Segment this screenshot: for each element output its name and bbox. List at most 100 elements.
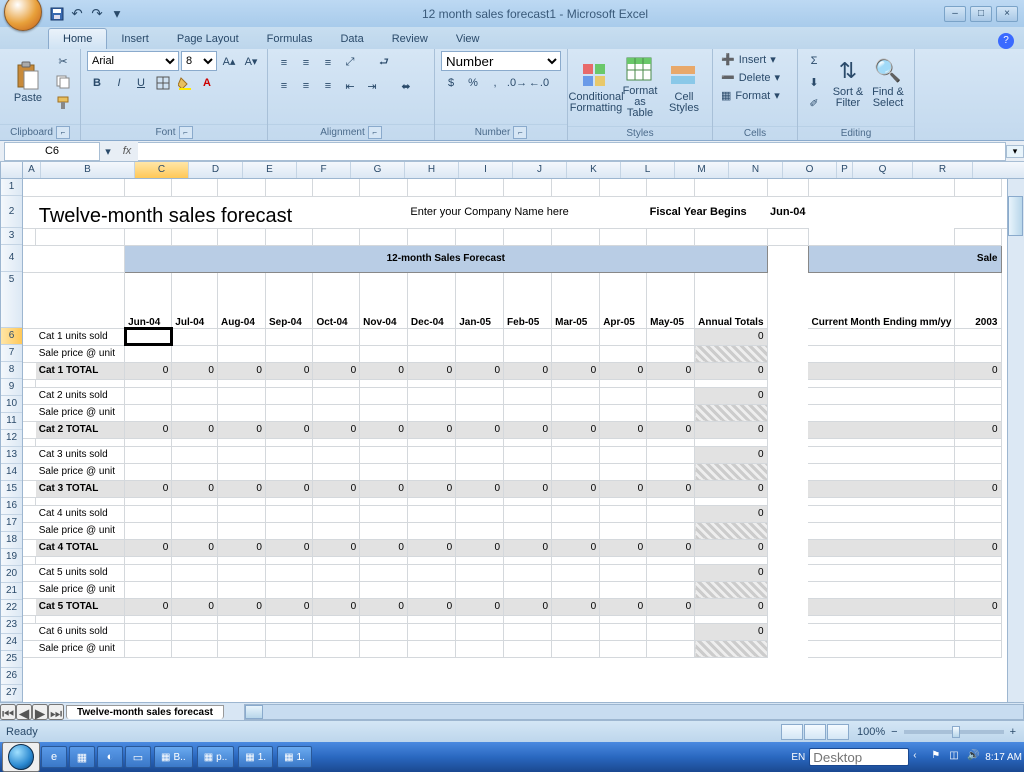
help-icon[interactable]: ? — [998, 33, 1014, 49]
currency-icon[interactable]: $ — [441, 73, 461, 93]
orientation-icon[interactable]: ⤢ — [340, 53, 360, 73]
paste-button[interactable]: Paste — [6, 51, 50, 113]
qat-dropdown-icon[interactable]: ▾ — [108, 5, 126, 23]
font-name-combo[interactable]: Arial — [87, 51, 179, 71]
increase-indent-icon[interactable]: ⇥ — [362, 76, 382, 96]
tray-chevron-icon[interactable]: ‹ — [913, 750, 927, 764]
page-layout-view-icon[interactable] — [804, 724, 826, 740]
col-header-L[interactable]: L — [621, 162, 675, 178]
format-cells-button[interactable]: ▦Format ▾ — [719, 87, 791, 104]
media-icon[interactable]: ◐ — [97, 746, 123, 768]
borders-icon[interactable] — [153, 73, 173, 93]
italic-button[interactable]: I — [109, 73, 129, 93]
page-break-view-icon[interactable] — [827, 724, 849, 740]
alignment-launcher[interactable]: ⌐ — [368, 126, 382, 139]
merge-center-icon[interactable]: ⬌ — [384, 78, 428, 95]
hscroll-thumb[interactable] — [245, 705, 263, 719]
row-header-6[interactable]: 6 — [1, 328, 22, 345]
col-header-D[interactable]: D — [189, 162, 243, 178]
clear-icon[interactable]: ✐ — [804, 93, 824, 113]
col-header-Q[interactable]: Q — [853, 162, 913, 178]
grow-font-icon[interactable]: A▴ — [219, 51, 239, 71]
name-box[interactable] — [4, 142, 100, 161]
align-center-icon[interactable]: ≡ — [296, 76, 316, 96]
cells-area[interactable]: Twelve-month sales forecastEnter your Co… — [23, 179, 1007, 702]
taskbar-task-2[interactable]: ▦1. — [238, 746, 273, 768]
row-header-9[interactable]: 9 — [1, 379, 22, 396]
align-top-icon[interactable]: ≡ — [274, 53, 294, 73]
shrink-font-icon[interactable]: A▾ — [241, 51, 261, 71]
maximize-button[interactable]: □ — [970, 6, 992, 22]
scroll-thumb[interactable] — [1008, 196, 1023, 236]
conditional-formatting-button[interactable]: Conditional Formatting — [574, 51, 618, 122]
horizontal-scrollbar[interactable] — [244, 704, 1024, 720]
row-header-1[interactable]: 1 — [1, 179, 22, 196]
desktop-search[interactable] — [809, 748, 909, 766]
ie-icon[interactable]: e — [41, 746, 67, 768]
first-sheet-icon[interactable]: ⏮ — [0, 704, 16, 720]
tray-network-icon[interactable]: ◫ — [949, 750, 963, 764]
align-middle-icon[interactable]: ≡ — [296, 53, 316, 73]
col-header-P[interactable]: P — [837, 162, 853, 178]
col-header-G[interactable]: G — [351, 162, 405, 178]
col-header-B[interactable]: B — [41, 162, 135, 178]
col-header-C[interactable]: C — [135, 162, 189, 178]
delete-cells-button[interactable]: ➖Delete ▾ — [719, 69, 791, 86]
select-all-corner[interactable] — [1, 162, 23, 178]
prev-sheet-icon[interactable]: ◀ — [16, 704, 32, 720]
row-header-11[interactable]: 11 — [1, 413, 22, 430]
bold-button[interactable]: B — [87, 73, 107, 93]
col-header-R[interactable]: R — [913, 162, 973, 178]
row-header-27[interactable]: 27 — [1, 685, 22, 702]
row-header-14[interactable]: 14 — [1, 464, 22, 481]
align-bottom-icon[interactable]: ≡ — [318, 53, 338, 73]
wrap-text-icon[interactable]: ⮐ — [362, 51, 406, 74]
decrease-indent-icon[interactable]: ⇤ — [340, 76, 360, 96]
fill-icon[interactable]: ⬇ — [804, 72, 824, 92]
tab-view[interactable]: View — [442, 29, 494, 49]
row-header-18[interactable]: 18 — [1, 532, 22, 549]
next-sheet-icon[interactable]: ▶ — [32, 704, 48, 720]
number-format-combo[interactable]: Number — [441, 51, 561, 71]
col-header-H[interactable]: H — [405, 162, 459, 178]
find-select-button[interactable]: 🔍Find & Select — [868, 51, 908, 113]
tab-review[interactable]: Review — [378, 29, 442, 49]
save-icon[interactable] — [48, 5, 66, 23]
font-color-icon[interactable]: A — [197, 73, 217, 93]
font-size-combo[interactable]: 8 — [181, 51, 217, 71]
col-header-O[interactable]: O — [783, 162, 837, 178]
sheet-tab[interactable]: Twelve-month sales forecast — [66, 705, 224, 719]
row-header-26[interactable]: 26 — [1, 668, 22, 685]
number-launcher[interactable]: ⌐ — [513, 126, 527, 139]
col-header-M[interactable]: M — [675, 162, 729, 178]
row-header-22[interactable]: 22 — [1, 600, 22, 617]
normal-view-icon[interactable] — [781, 724, 803, 740]
redo-icon[interactable]: ↷ — [88, 5, 106, 23]
format-as-table-button[interactable]: Format as Table — [618, 51, 662, 122]
autosum-icon[interactable]: Σ — [804, 51, 824, 71]
percent-icon[interactable]: % — [463, 73, 483, 93]
fill-color-icon[interactable] — [175, 73, 195, 93]
row-header-24[interactable]: 24 — [1, 634, 22, 651]
show-desktop-icon[interactable]: ▭ — [125, 746, 151, 768]
sort-filter-button[interactable]: ⇅Sort & Filter — [828, 51, 868, 113]
clock[interactable]: 8:17 AM — [985, 752, 1022, 763]
format-painter-icon[interactable] — [52, 93, 74, 113]
col-header-E[interactable]: E — [243, 162, 297, 178]
explorer-icon[interactable]: ▦ — [69, 746, 95, 768]
col-header-F[interactable]: F — [297, 162, 351, 178]
copy-icon[interactable] — [52, 72, 74, 92]
insert-cells-button[interactable]: ➕Insert ▾ — [719, 51, 791, 68]
row-header-3[interactable]: 3 — [1, 228, 22, 245]
lang-indicator[interactable]: EN — [791, 752, 805, 763]
tab-insert[interactable]: Insert — [107, 29, 163, 49]
formula-input[interactable] — [138, 142, 1006, 161]
row-header-7[interactable]: 7 — [1, 345, 22, 362]
comma-icon[interactable]: , — [485, 73, 505, 93]
align-left-icon[interactable]: ≡ — [274, 76, 294, 96]
row-header-2[interactable]: 2 — [1, 196, 22, 228]
row-header-4[interactable]: 4 — [1, 245, 22, 272]
row-header-10[interactable]: 10 — [1, 396, 22, 413]
cell-styles-button[interactable]: Cell Styles — [662, 51, 706, 122]
fx-icon[interactable]: fx — [116, 145, 138, 157]
